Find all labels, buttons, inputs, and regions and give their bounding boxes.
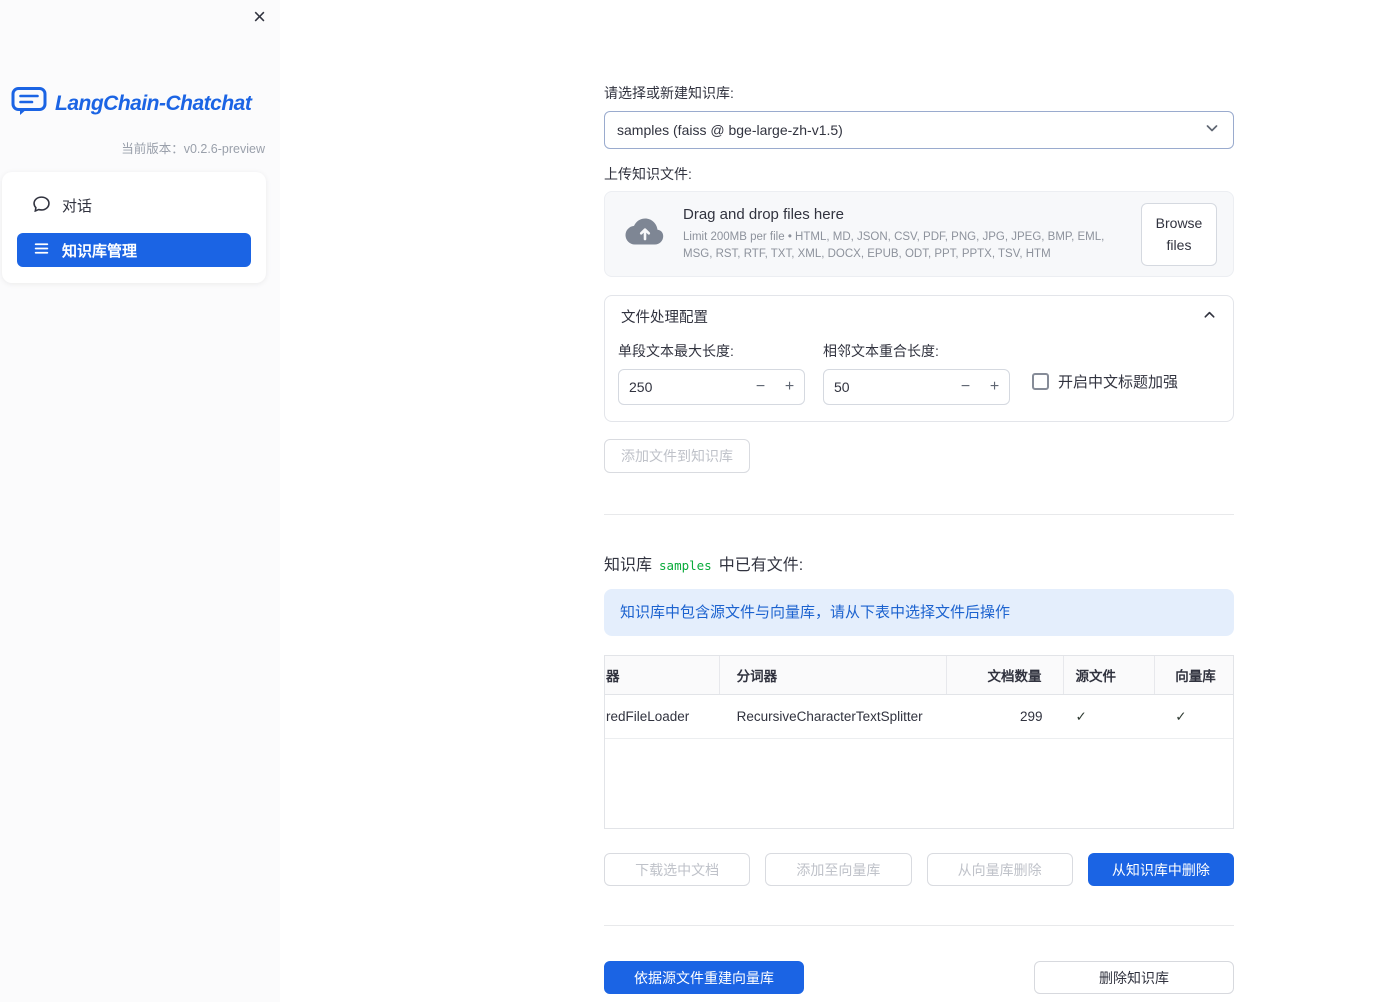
- minus-icon[interactable]: −: [746, 378, 775, 396]
- add-files-button[interactable]: 添加文件到知识库: [604, 439, 750, 474]
- sidebar-menu: 对话 知识库管理: [2, 172, 266, 283]
- max-length-input[interactable]: 250 − +: [618, 369, 805, 406]
- overlap-length-label: 相邻文本重合长度:: [823, 343, 939, 360]
- column-header-splitter[interactable]: 分词器: [720, 656, 947, 695]
- kb-footer-actions: 依据源文件重建向量库 删除知识库: [604, 961, 1234, 995]
- sidebar: × LangChain-Chatchat 当前版本：v0.2.6-preview…: [0, 0, 280, 1002]
- cell-source-file-check[interactable]: ✓: [1064, 709, 1156, 725]
- plus-icon[interactable]: +: [980, 378, 1009, 396]
- cell-vector-store-check[interactable]: ✓: [1155, 709, 1233, 725]
- chevron-up-icon: [1202, 307, 1217, 326]
- kb-name-code: samples: [659, 558, 712, 574]
- chat-bubble-icon: [33, 195, 50, 216]
- list-icon: [33, 240, 50, 261]
- app-logo: LangChain-Chatchat: [11, 86, 252, 121]
- sidebar-item-knowledge-base[interactable]: 知识库管理: [17, 233, 251, 267]
- cell-doc-count[interactable]: 299: [947, 709, 1064, 724]
- delete-from-kb-button[interactable]: 从知识库中删除: [1087, 853, 1234, 887]
- zh-title-enhance-label[interactable]: 开启中文标题加强: [1058, 371, 1178, 392]
- kb-files-heading: 知识库 samples 中已有文件:: [604, 551, 1234, 575]
- file-config-body: 单段文本最大长度: 250 − + 相邻文本重合长度: 50 − + 开启中文标…: [605, 337, 1233, 421]
- content-column: 请选择或新建知识库: samples (faiss @ bge-large-zh…: [604, 0, 1234, 995]
- divider: [604, 514, 1234, 516]
- file-config-expander: 文件处理配置 单段文本最大长度: 250 − + 相邻文本重合长度: 50 − …: [604, 295, 1234, 423]
- column-header-doc-count[interactable]: 文档数量: [947, 656, 1064, 695]
- column-header-source-file[interactable]: 源文件: [1064, 656, 1156, 695]
- dropzone-limit-text: Limit 200MB per file • HTML, MD, JSON, C…: [683, 231, 1105, 260]
- delete-from-vector-store-button[interactable]: 从向量库删除: [926, 853, 1073, 887]
- minus-icon[interactable]: −: [951, 378, 980, 396]
- dropzone-text: Drag and drop files here Limit 200MB per…: [683, 206, 1125, 262]
- file-config-title: 文件处理配置: [621, 310, 708, 327]
- download-selected-button[interactable]: 下载选中文档: [604, 853, 751, 887]
- sidebar-item-dialogue[interactable]: 对话: [17, 188, 251, 222]
- app-title: LangChain-Chatchat: [55, 91, 252, 115]
- kb-files-prefix: 知识库: [604, 557, 653, 575]
- sidebar-item-label: 知识库管理: [62, 242, 138, 260]
- sidebar-close-icon[interactable]: ×: [253, 4, 266, 30]
- chevron-down-icon: [1203, 119, 1221, 140]
- plus-icon[interactable]: +: [775, 378, 804, 396]
- column-header-loader[interactable]: 器: [605, 656, 720, 695]
- kb-select[interactable]: samples (faiss @ bge-large-zh-v1.5): [604, 110, 1234, 149]
- sidebar-item-label: 对话: [62, 197, 93, 215]
- table-row[interactable]: redFileLoader RecursiveCharacterTextSpli…: [605, 695, 1233, 740]
- chat-logo-icon: [11, 86, 47, 121]
- column-header-vector-store[interactable]: 向量库: [1155, 656, 1233, 694]
- overlap-length-group: 相邻文本重合长度: 50 − +: [823, 341, 1010, 406]
- kb-files-suffix: 中已有文件:: [718, 557, 804, 575]
- info-banner: 知识库中包含源文件与向量库，请从下表中选择文件后操作: [604, 589, 1234, 637]
- cloud-upload-icon: [623, 215, 667, 254]
- files-table: 器 分词器 文档数量 源文件 向量库 redFileLoader Recursi…: [604, 655, 1234, 830]
- file-dropzone[interactable]: Drag and drop files here Limit 200MB per…: [604, 191, 1234, 278]
- kb-select-value: samples (faiss @ bge-large-zh-v1.5): [617, 121, 843, 138]
- dropzone-title: Drag and drop files here: [683, 206, 844, 224]
- overlap-length-input[interactable]: 50 − +: [823, 369, 1010, 406]
- zh-title-enhance-row: 开启中文标题加强: [1032, 371, 1178, 392]
- files-table-header: 器 分词器 文档数量 源文件 向量库: [605, 656, 1233, 696]
- file-config-expander-header[interactable]: 文件处理配置: [605, 296, 1233, 337]
- cell-splitter[interactable]: RecursiveCharacterTextSplitter: [720, 709, 947, 724]
- upload-label: 上传知识文件:: [604, 165, 692, 182]
- kb-select-label: 请选择或新建知识库:: [604, 85, 734, 101]
- add-to-vector-store-button[interactable]: 添加至向量库: [765, 853, 912, 887]
- max-length-label: 单段文本最大长度:: [618, 343, 734, 360]
- max-length-group: 单段文本最大长度: 250 − +: [618, 341, 805, 406]
- overlap-length-value[interactable]: 50: [824, 379, 951, 395]
- delete-kb-button[interactable]: 删除知识库: [1034, 961, 1234, 995]
- max-length-value[interactable]: 250: [619, 379, 746, 395]
- rebuild-vector-store-button[interactable]: 依据源文件重建向量库: [604, 961, 804, 995]
- divider: [604, 925, 1234, 927]
- version-label: 当前版本：v0.2.6-preview: [121, 142, 265, 156]
- zh-title-enhance-checkbox[interactable]: [1032, 373, 1049, 391]
- main-area: 请选择或新建知识库: samples (faiss @ bge-large-zh…: [280, 0, 1380, 1002]
- file-actions-row: 下载选中文档 添加至向量库 从向量库删除 从知识库中删除: [604, 853, 1234, 887]
- cell-loader[interactable]: redFileLoader: [605, 709, 720, 724]
- browse-files-button[interactable]: Browse files: [1141, 202, 1217, 266]
